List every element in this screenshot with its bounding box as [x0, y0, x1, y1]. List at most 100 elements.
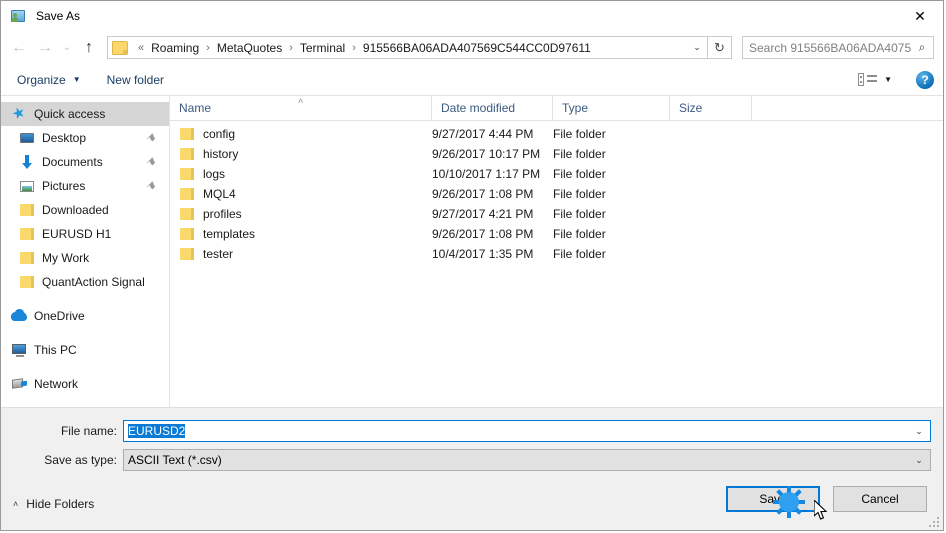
table-row[interactable]: tester 10/4/2017 1:35 PM File folder — [170, 244, 943, 264]
file-name-label: history — [203, 147, 239, 161]
sidebar-item-label: QuantAction Signal — [42, 275, 145, 289]
file-name-cell: templates — [170, 226, 432, 242]
file-type-cell: File folder — [553, 127, 606, 141]
column-header-size[interactable]: Size — [670, 96, 752, 120]
table-row[interactable]: profiles 9/27/2017 4:21 PM File folder — [170, 204, 943, 224]
file-type-cell: File folder — [553, 187, 606, 201]
up-button[interactable]: ↑ — [76, 35, 102, 61]
chevron-down-icon: ▼ — [72, 75, 81, 84]
chevron-down-icon[interactable]: ⌄ — [908, 455, 930, 466]
file-name-label: profiles — [203, 207, 242, 221]
mouse-cursor-icon — [814, 500, 828, 521]
refresh-icon[interactable]: ↻ — [708, 36, 732, 59]
sidebar-item-documents[interactable]: Documents ⚑ — [1, 150, 169, 174]
save-form-panel: File name: EURUSD2 ⌄ Save as type: ASCII… — [1, 407, 943, 530]
file-name-value: EURUSD2 — [124, 424, 908, 438]
save-as-type-row: Save as type: ASCII Text (*.csv) ⌄ — [1, 449, 943, 471]
file-rows: config 9/27/2017 4:44 PM File folder his… — [170, 121, 943, 407]
table-row[interactable]: history 9/26/2017 10:17 PM File folder — [170, 144, 943, 164]
sidebar-item-label: OneDrive — [34, 309, 85, 323]
folder-icon — [19, 250, 35, 266]
folder-icon — [179, 246, 195, 262]
onedrive-icon — [11, 308, 27, 324]
cancel-button[interactable]: Cancel — [833, 486, 927, 512]
file-name-input[interactable]: EURUSD2 ⌄ — [123, 420, 931, 442]
table-row[interactable]: MQL4 9/26/2017 1:08 PM File folder — [170, 184, 943, 204]
close-icon[interactable]: ✕ — [897, 1, 943, 31]
file-name-label: MQL4 — [203, 187, 236, 201]
sidebar-item-label: Documents — [42, 155, 103, 169]
pin-icon: ⚑ — [142, 130, 159, 147]
chevron-right-icon: › — [206, 41, 210, 54]
sidebar-item-quick-access[interactable]: ★ Quick access — [1, 102, 169, 126]
search-placeholder: Search 915566BA06ADA40756... — [749, 40, 911, 55]
table-row[interactable]: templates 9/26/2017 1:08 PM File folder — [170, 224, 943, 244]
chevron-down-icon[interactable]: ▼ — [884, 75, 892, 84]
sidebar-item-my-work[interactable]: My Work — [1, 246, 169, 270]
sidebar-item-label: Pictures — [42, 179, 86, 193]
sidebar-item-downloaded[interactable]: Downloaded — [1, 198, 169, 222]
chevron-down-icon[interactable]: ⌄ — [908, 426, 930, 437]
table-row[interactable]: logs 10/10/2017 1:17 PM File folder — [170, 164, 943, 184]
file-date-cell: 9/26/2017 10:17 PM — [432, 147, 541, 161]
folder-icon — [179, 166, 195, 182]
sidebar-item-eurusd-h1[interactable]: EURUSD H1 — [1, 222, 169, 246]
pin-icon: ⚑ — [142, 178, 159, 195]
breadcrumb-item-metaquotes[interactable]: MetaQuotes — [215, 40, 284, 56]
sidebar-item-label: Network — [34, 377, 79, 391]
sidebar-item-label: My Work — [42, 251, 90, 265]
sidebar-item-label: Desktop — [42, 131, 87, 145]
file-name-cell: logs — [170, 166, 432, 182]
folder-icon — [19, 226, 35, 242]
desktop-icon — [19, 130, 35, 146]
chevron-right-icon: › — [352, 41, 356, 54]
file-name-label: File name: — [60, 424, 117, 438]
sidebar-item-label: Downloaded — [42, 203, 109, 217]
column-header-type[interactable]: Type — [553, 96, 670, 120]
breadcrumb-item-roaming[interactable]: Roaming — [149, 40, 201, 56]
network-icon — [11, 376, 27, 392]
file-name-label: templates — [203, 227, 256, 241]
organize-button[interactable]: Organize ▼ — [17, 73, 81, 87]
sidebar-item-this-pc[interactable]: This PC — [1, 338, 169, 362]
resize-grip[interactable] — [927, 515, 939, 527]
forward-button[interactable]: → — [32, 35, 58, 61]
search-input[interactable]: Search 915566BA06ADA40756... ⌕ — [742, 36, 934, 59]
file-date-cell: 9/26/2017 1:08 PM — [432, 227, 534, 241]
table-row[interactable]: config 9/27/2017 4:44 PM File folder — [170, 124, 943, 144]
folder-icon — [19, 202, 35, 218]
help-icon[interactable]: ? — [916, 70, 934, 89]
save-as-type-label: Save as type: — [44, 453, 117, 467]
new-folder-button[interactable]: New folder — [107, 73, 164, 87]
cancel-button-label: Cancel — [861, 492, 899, 506]
window-title: Save As — [36, 9, 81, 23]
save-button[interactable]: Save — [726, 486, 828, 520]
file-type-cell: File folder — [553, 147, 606, 161]
chevron-down-icon[interactable]: ⌄ — [687, 37, 707, 58]
sidebar-item-desktop[interactable]: Desktop ⚑ — [1, 126, 169, 150]
sidebar-item-onedrive[interactable]: OneDrive — [1, 304, 169, 328]
back-button[interactable]: ← — [6, 35, 32, 61]
command-toolbar: Organize ▼ New folder ▼ ? — [1, 64, 943, 96]
view-mode-icon[interactable] — [858, 72, 878, 88]
recent-locations-button[interactable]: ⌄ — [58, 35, 76, 61]
file-date-cell: 9/27/2017 4:21 PM — [432, 207, 534, 221]
sidebar-item-pictures[interactable]: Pictures ⚑ — [1, 174, 169, 198]
sort-ascending-icon: ˄ — [298, 96, 304, 106]
breadcrumb-item-terminal[interactable]: Terminal — [298, 40, 347, 56]
column-header-date-modified[interactable]: Date modified — [432, 96, 553, 120]
sidebar-item-label: Quick access — [34, 107, 106, 121]
address-bar[interactable]: « Roaming › MetaQuotes › Terminal › 9155… — [107, 36, 708, 59]
sidebar-divider — [1, 328, 169, 338]
file-name-cell: tester — [170, 246, 432, 262]
hide-folders-button[interactable]: ˄ Hide Folders — [13, 497, 94, 511]
sidebar-item-network[interactable]: Network — [1, 372, 169, 396]
sidebar-item-quantaction-signal[interactable]: QuantAction Signal — [1, 270, 169, 294]
save-as-type-select[interactable]: ASCII Text (*.csv) ⌄ — [123, 449, 931, 471]
breadcrumb-overflow-icon[interactable]: « — [133, 42, 149, 54]
dialog-actions: ˄ Hide Folders Save Cancel — [1, 478, 943, 530]
folder-icon — [179, 206, 195, 222]
file-type-cell: File folder — [553, 247, 606, 261]
breadcrumb-item-terminal-id[interactable]: 915566BA06ADA407569C544CC0D97611 — [361, 40, 687, 56]
new-folder-label: New folder — [106, 72, 164, 87]
